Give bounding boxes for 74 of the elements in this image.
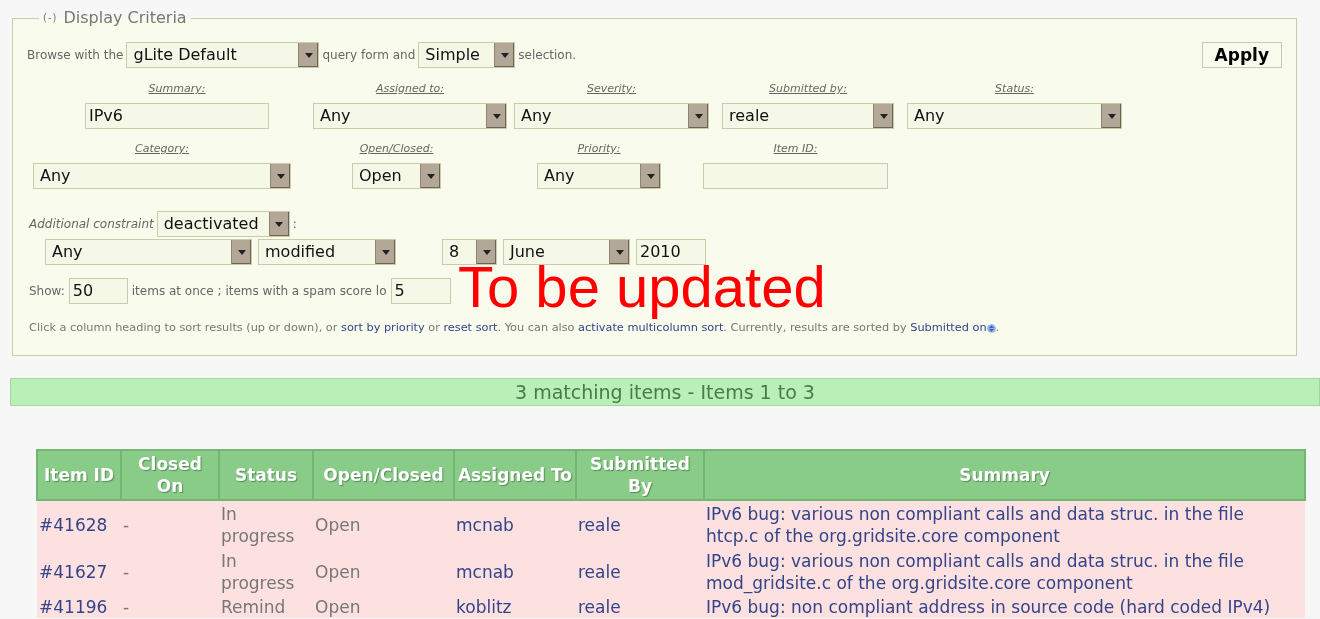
input-field[interactable]: 5 xyxy=(390,278,451,304)
table-cell: In progress xyxy=(221,550,295,593)
caret-icon xyxy=(879,113,888,119)
dropdown[interactable]: 8 xyxy=(442,239,497,265)
label: Browse with the xyxy=(27,48,124,62)
dropdown[interactable]: reale xyxy=(722,103,894,129)
dropdown[interactable]: Any xyxy=(33,163,291,189)
link[interactable]: reset sort xyxy=(443,321,498,334)
table-cell: koblitz xyxy=(456,596,512,617)
label: Show: xyxy=(29,284,65,298)
input-field[interactable] xyxy=(703,163,888,189)
label: items at once ; items with a spam score lo xyxy=(131,284,387,298)
input-field[interactable]: IPv6 xyxy=(85,103,269,129)
label: query form and xyxy=(322,48,416,62)
caret-icon xyxy=(482,249,491,255)
table-cell: Open xyxy=(315,596,361,617)
caret-icon xyxy=(305,52,313,58)
table-cell: Open xyxy=(315,561,361,582)
field-label: Assigned to: xyxy=(376,82,444,95)
label: Additional constraint xyxy=(29,217,154,231)
dropdown[interactable]: Simple xyxy=(418,42,516,68)
dropdown[interactable]: modified xyxy=(258,239,396,265)
input-field[interactable]: 2010 xyxy=(636,239,706,265)
results-bar: 3 matching items - Items 1 to 3 xyxy=(10,378,1320,406)
table-cell: mcnab xyxy=(456,561,514,582)
dropdown[interactable]: Any xyxy=(514,103,709,129)
table-cell: reale xyxy=(578,596,621,617)
collapse-toggle[interactable]: (-) xyxy=(43,8,58,28)
link[interactable]: Submitted on xyxy=(910,321,987,334)
caret-icon xyxy=(492,113,501,119)
table-cell: Open xyxy=(315,514,361,535)
field-label: Open/Closed: xyxy=(359,142,434,155)
caret-icon xyxy=(615,249,624,255)
table-cell: - xyxy=(123,596,130,617)
apply-button[interactable]: Apply xyxy=(1201,42,1282,68)
dropdown[interactable]: June xyxy=(503,239,630,265)
field-label: Item ID: xyxy=(773,142,818,155)
caret-icon xyxy=(237,249,246,255)
panel-title: Display Criteria xyxy=(63,8,187,28)
input-field[interactable]: 50 xyxy=(68,278,128,304)
dropdown[interactable]: Any xyxy=(313,103,507,129)
label: selection. xyxy=(518,48,577,62)
annotation-text: To be updated xyxy=(458,264,826,320)
caret-icon xyxy=(275,221,284,227)
dropdown[interactable]: gLite Default xyxy=(126,42,320,68)
caret-icon xyxy=(500,52,509,58)
table-cell: - xyxy=(123,561,130,582)
table-cell: mcnab xyxy=(456,514,514,535)
caret-icon xyxy=(381,249,390,255)
field-label: Priority: xyxy=(577,142,621,155)
table-cell: In progress xyxy=(221,503,295,546)
table-cell: reale xyxy=(578,561,621,582)
table-cell: reale xyxy=(578,514,621,535)
field-label: Status: xyxy=(995,82,1034,95)
caret-icon xyxy=(426,173,435,179)
caret-icon xyxy=(1107,113,1116,119)
table-cell: Remind xyxy=(221,596,286,617)
dropdown[interactable]: Any xyxy=(537,163,661,189)
dropdown[interactable]: Open xyxy=(352,163,441,189)
dropdown[interactable]: deactivated xyxy=(156,211,290,237)
sort-icon[interactable] xyxy=(986,323,996,333)
label: : xyxy=(292,217,297,231)
sort-instructions: Click a column heading to sort results (up or down), or sort by priority or reset sort. You can also activate multicolumn sort. Currently, results are sorted by Submitted on . xyxy=(29,321,1001,334)
field-label: Category: xyxy=(135,142,189,155)
caret-icon xyxy=(276,173,285,179)
dropdown[interactable]: Any xyxy=(907,103,1122,129)
table-cell: - xyxy=(123,514,130,535)
dropdown[interactable]: Any xyxy=(45,239,252,265)
link[interactable]: sort by priority xyxy=(341,321,425,334)
field-label: Summary: xyxy=(148,82,206,95)
field-label: Severity: xyxy=(586,82,637,95)
caret-icon xyxy=(646,173,655,179)
caret-icon xyxy=(694,113,703,119)
field-label: Submitted by: xyxy=(769,82,847,95)
